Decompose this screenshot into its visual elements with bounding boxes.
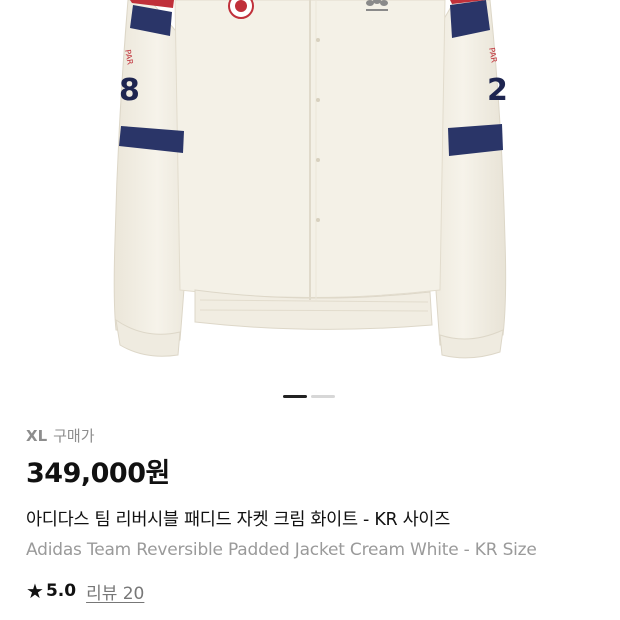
rating-row: ★ 5.0 리뷰 20 bbox=[26, 578, 620, 604]
review-link[interactable]: 리뷰 20 bbox=[86, 579, 144, 604]
product-title-korean: 아디다스 팀 리버시블 패디드 자켓 크림 화이트 - KR 사이즈 bbox=[26, 510, 451, 530]
size-purchase-line: XL 구매가 bbox=[26, 425, 620, 447]
pagination-dot[interactable] bbox=[311, 395, 335, 398]
size-label: XL bbox=[26, 427, 48, 445]
svg-text:2: 2 bbox=[487, 73, 508, 108]
star-icon: ★ bbox=[26, 579, 44, 603]
product-info: XL 구매가 349,000원 아디다스 팀 리버시블 패디드 자켓 크림 화이트… bbox=[26, 425, 620, 604]
pagination-dot-active[interactable] bbox=[283, 395, 307, 398]
carousel-pagination bbox=[283, 395, 335, 398]
price: 349,000원 bbox=[26, 458, 170, 489]
svg-text:8: 8 bbox=[119, 73, 140, 108]
product-image-carousel[interactable]: 8 2 PAR PAR bbox=[0, 0, 620, 380]
product-image: 8 2 PAR PAR bbox=[113, 0, 508, 359]
purchase-label: 구매가 bbox=[53, 427, 95, 445]
product-title-english: Adidas Team Reversible Padded Jacket Cre… bbox=[26, 540, 537, 560]
rating-score: 5.0 bbox=[45, 581, 77, 601]
